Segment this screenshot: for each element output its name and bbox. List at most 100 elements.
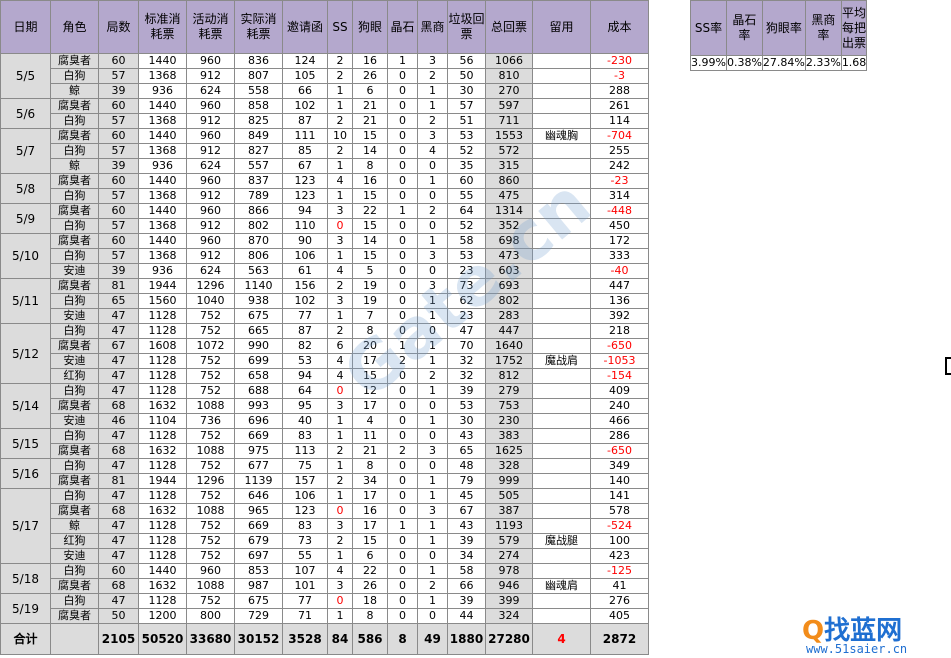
value-cell: 1140 [234,278,283,294]
cost-cell: 349 [590,458,649,474]
role-cell: 腐臭者 [50,53,99,69]
value-cell: 20 [352,338,388,354]
value-cell: 56 [447,53,486,69]
value-cell: 0 [417,263,448,279]
role-cell: 鲸 [50,518,99,534]
summary-value: 0.38% [725,55,763,71]
site-logo: Q找蓝网 www.51saier.cn [800,610,950,658]
value-cell: 65 [98,293,139,309]
value-cell: 1 [327,83,353,99]
role-cell: 白狗 [50,428,99,444]
value-cell: 0 [417,398,448,414]
cost-cell: -1053 [590,353,649,369]
value-cell: 50 [447,68,486,84]
summary-table: SS率 晶石率 狗眼率 黑商率 平均每把出票 3.99% 0.38% 27.84% 2.33%… [690,0,868,71]
value-cell: 26 [352,68,388,84]
logo-url: www.51saier.cn [806,642,908,656]
table-row: 5/19 白狗 47 1128 752 675 77 0 18 0 1 39 399 276 [0,593,649,624]
table-row: 白狗 57 1368 912 807 105 2 26 0 2 50 810 -3 [1,68,649,84]
value-cell: 1 [417,308,448,324]
value-cell: 447 [485,323,533,339]
table-row: 安迪 39 936 624 563 61 4 5 0 0 23 603 -40 [1,263,649,279]
value-cell: 19 [352,293,388,309]
value-cell: 475 [485,188,533,204]
value-cell: 12 [352,383,388,399]
role-cell: 白狗 [50,488,99,504]
column-header: 成本 [590,0,649,54]
value-cell: 807 [234,68,283,84]
cost-cell: 405 [590,608,649,624]
value-cell: 699 [234,353,283,369]
value-cell: 3 [417,443,448,459]
value-cell: 1 [327,458,353,474]
value-cell: 17 [352,488,388,504]
value-cell: 1944 [138,278,187,294]
value-cell: 57 [98,143,139,159]
table-row: 5/15 白狗 47 1128 752 669 83 1 11 0 0 43 383 286 [0,428,649,459]
column-header: 日期 [0,0,51,54]
value-cell: 123 [282,188,328,204]
value-cell: 52 [447,143,486,159]
value-cell: 64 [282,383,328,399]
date-cell: 5/9 [0,203,51,234]
value-cell: 283 [485,308,533,324]
value-cell: 752 [186,308,235,324]
value-cell: 999 [485,473,533,489]
value-cell: 62 [447,293,486,309]
value-cell: 1368 [138,143,187,159]
table-row: 安迪 47 1128 752 699 53 4 17 2 1 32 1752 魔战肩 -1053 [1,353,649,369]
keep-cell: 魔战肩 [532,353,591,369]
value-cell: 752 [186,353,235,369]
table-row: 白狗 65 1560 1040 938 102 3 19 0 1 62 802 136 [1,293,649,309]
value-cell: 558 [234,83,283,99]
value-cell: 1 [417,383,448,399]
value-cell: 64 [447,203,486,219]
value-cell: 57 [98,248,139,264]
value-cell: 82 [282,338,328,354]
value-cell: 870 [234,233,283,249]
keep-cell [532,233,591,249]
value-cell: 0 [387,578,418,594]
value-cell: 58 [447,563,486,579]
value-cell: 697 [234,548,283,564]
cost-cell: -40 [590,263,649,279]
value-cell: 505 [485,488,533,504]
value-cell: 936 [138,83,187,99]
value-cell: 2 [327,278,353,294]
value-cell: 123 [282,173,328,189]
summary-value: 27.84% [761,55,806,71]
value-cell: 123 [282,503,328,519]
value-cell: 0 [327,503,353,519]
total-keep: 4 [532,623,591,655]
value-cell: 1 [417,533,448,549]
value-cell: 61 [282,263,328,279]
value-cell: 752 [186,533,235,549]
value-cell: 1104 [138,413,187,429]
value-cell: 324 [485,608,533,624]
table-row: 腐臭者 68 1632 1088 993 95 3 17 0 0 53 753 240 [1,398,649,414]
value-cell: 3 [327,233,353,249]
cost-cell: -230 [590,53,649,69]
value-cell: 21 [352,443,388,459]
role-cell: 白狗 [50,188,99,204]
value-cell: 990 [234,338,283,354]
cost-cell: 333 [590,248,649,264]
value-cell: 810 [485,68,533,84]
value-cell: 67 [282,158,328,174]
table-row: 5/17 白狗 47 1128 752 646 106 1 17 0 1 45 505 141 [0,488,649,564]
total-value: 586 [352,623,388,655]
value-cell: 2 [417,203,448,219]
value-cell: 752 [186,548,235,564]
total-value: 27280 [485,623,533,655]
value-cell: 0 [417,428,448,444]
value-cell: 1 [417,413,448,429]
value-cell: 39 [447,383,486,399]
table-row: 5/18 白狗 60 1440 960 853 107 4 22 0 1 58 978 -125 [0,563,649,594]
value-cell: 8 [352,458,388,474]
keep-cell [532,518,591,534]
role-cell: 鲸 [50,83,99,99]
value-cell: 47 [98,383,139,399]
value-cell: 60 [98,203,139,219]
value-cell: 688 [234,383,283,399]
summary-header: SS率 [690,0,727,56]
